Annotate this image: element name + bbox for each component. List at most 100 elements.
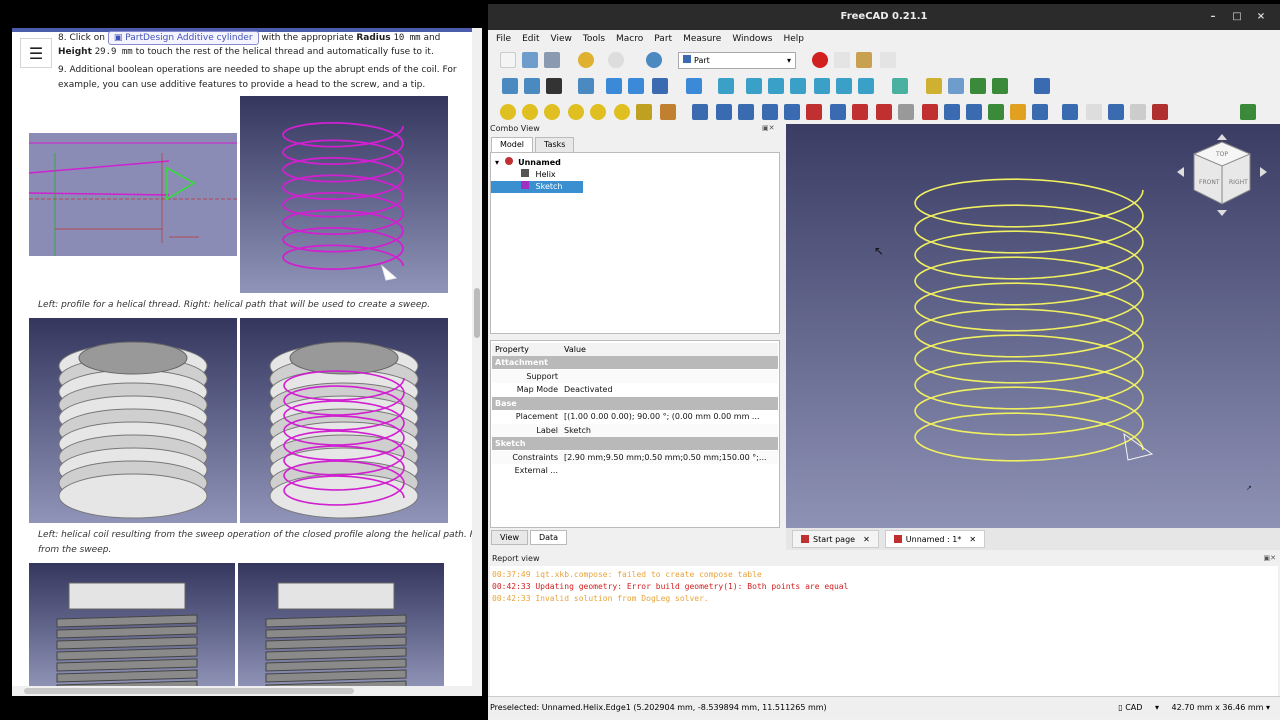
link-icon[interactable] (970, 78, 986, 94)
back-icon[interactable] (606, 78, 622, 94)
maximize-button[interactable]: □ (1226, 4, 1248, 30)
table-of-contents-button[interactable]: ☰ (20, 38, 52, 68)
combo-close-icons[interactable]: ▣✕ (762, 124, 774, 132)
checkgeometry-icon[interactable] (1240, 104, 1256, 120)
menu-tools[interactable]: Tools (583, 34, 605, 44)
3d-viewport[interactable]: TOP FRONT RIGHT ↗ ↖ (786, 124, 1280, 528)
navigation-style[interactable]: CAD (1125, 703, 1142, 712)
thickness-icon[interactable] (966, 104, 982, 120)
measure-linear-icon[interactable] (1152, 104, 1168, 120)
compound-icon[interactable] (1032, 104, 1048, 120)
tab-tasks[interactable]: Tasks (535, 137, 575, 153)
open-icon[interactable] (522, 52, 538, 68)
color-per-face-icon[interactable] (1010, 104, 1026, 120)
menu-file[interactable]: File (496, 34, 511, 44)
common-icon[interactable] (1130, 104, 1146, 120)
property-row[interactable]: Support (492, 369, 778, 383)
menu-edit[interactable]: Edit (522, 34, 539, 44)
cylinder-icon[interactable] (522, 104, 538, 120)
tab-view[interactable]: View (491, 530, 528, 545)
tab-data[interactable]: Data (529, 530, 568, 545)
whats-this-icon[interactable] (1034, 78, 1050, 94)
rear-view-icon[interactable] (814, 78, 830, 94)
sync-view-icon[interactable] (652, 78, 668, 94)
forward-icon[interactable] (628, 78, 644, 94)
property-row[interactable]: Placement [(1.00 0.00 0.00); 90.00 °; (0.… (492, 410, 778, 423)
macro-editor-icon[interactable] (856, 52, 872, 68)
fit-selection-icon[interactable] (524, 78, 540, 94)
save-icon[interactable] (544, 52, 560, 68)
hscroll-thumb[interactable] (24, 688, 354, 694)
refresh-icon[interactable] (646, 52, 662, 68)
additive-cylinder-link[interactable]: ▣ PartDesign Additive cylinder (107, 31, 259, 45)
doc-vertical-scrollbar[interactable] (472, 28, 482, 696)
measure-icon[interactable] (892, 78, 908, 94)
fillet-icon[interactable] (762, 104, 778, 120)
boolean-icon[interactable] (1062, 104, 1078, 120)
property-row[interactable]: External ... (492, 464, 778, 477)
property-row[interactable]: Constraints [2.90 mm;9.50 mm;0.50 mm;0.50… (492, 450, 778, 464)
extrude-icon[interactable] (692, 104, 708, 120)
fit-all-icon[interactable] (502, 78, 518, 94)
record-macro-icon[interactable] (812, 52, 828, 68)
box-icon[interactable] (500, 104, 516, 120)
bounding-box-icon[interactable] (578, 78, 594, 94)
close-tab-icon[interactable]: ✕ (969, 535, 976, 544)
loft-icon[interactable] (852, 104, 868, 120)
redo-icon[interactable] (608, 52, 624, 68)
tree-root[interactable]: ▾ Unnamed (495, 157, 561, 167)
right-view-icon[interactable] (790, 78, 806, 94)
section-icon[interactable] (898, 104, 914, 120)
menu-macro[interactable]: Macro (616, 34, 643, 44)
property-value[interactable]: [(1.00 0.00 0.00); 90.00 °; (0.00 mm 0.0… (564, 410, 776, 423)
vscroll-thumb[interactable] (474, 288, 480, 338)
bottom-view-icon[interactable] (836, 78, 852, 94)
draw-style-icon[interactable] (546, 78, 562, 94)
top-view-icon[interactable] (768, 78, 784, 94)
sweep-icon[interactable] (876, 104, 892, 120)
stop-macro-icon[interactable] (834, 52, 850, 68)
property-value[interactable]: Sketch (564, 424, 776, 437)
property-value[interactable]: Deactivated (564, 383, 776, 396)
menu-help[interactable]: Help (784, 34, 805, 44)
undo-icon[interactable] (578, 52, 594, 68)
property-value[interactable]: [2.90 mm;9.50 mm;0.50 mm;0.50 mm;150.00 … (564, 451, 776, 464)
minimize-button[interactable]: – (1202, 4, 1224, 30)
cut-icon[interactable] (1086, 104, 1102, 120)
tree-item-helix[interactable]: Helix (521, 169, 556, 179)
new-document-icon[interactable] (500, 52, 516, 68)
report-close-icons[interactable]: ▣✕ (1264, 554, 1276, 562)
close-button[interactable]: × (1250, 4, 1272, 30)
tab-unnamed-document[interactable]: Unnamed : 1* ✕ (884, 530, 986, 548)
make-face-icon[interactable] (806, 104, 822, 120)
link-actions-icon[interactable] (992, 78, 1008, 94)
tree-item-sketch[interactable]: Sketch (491, 181, 583, 193)
torus-icon[interactable] (590, 104, 606, 120)
shape-builder-icon[interactable] (660, 104, 676, 120)
doc-horizontal-scrollbar[interactable] (12, 686, 472, 696)
cross-sections-icon[interactable] (922, 104, 938, 120)
primitives-icon[interactable] (636, 104, 652, 120)
run-macro-icon[interactable] (880, 52, 896, 68)
tube-icon[interactable] (614, 104, 630, 120)
part-icon[interactable] (926, 78, 942, 94)
offset-icon[interactable] (944, 104, 960, 120)
mirror-icon[interactable] (738, 104, 754, 120)
chamfer-icon[interactable] (784, 104, 800, 120)
tab-start-page[interactable]: Start page ✕ (792, 530, 879, 548)
folder-icon[interactable] (948, 78, 964, 94)
tab-model[interactable]: Model (491, 137, 534, 153)
isometric-icon[interactable] (718, 78, 734, 94)
menu-measure[interactable]: Measure (683, 34, 721, 44)
ruled-surface-icon[interactable] (830, 104, 846, 120)
property-row[interactable]: Map Mode Deactivated (492, 383, 778, 396)
workbench-selector[interactable]: Part ▾ (678, 52, 796, 69)
property-row[interactable]: Label Sketch (492, 423, 778, 437)
fuse-icon[interactable] (1108, 104, 1124, 120)
property-group[interactable]: Attachment (492, 356, 778, 369)
menu-view[interactable]: View (551, 34, 572, 44)
cone-icon[interactable] (568, 104, 584, 120)
sphere-icon[interactable] (544, 104, 560, 120)
revolve-icon[interactable] (716, 104, 732, 120)
projection-icon[interactable] (988, 104, 1004, 120)
